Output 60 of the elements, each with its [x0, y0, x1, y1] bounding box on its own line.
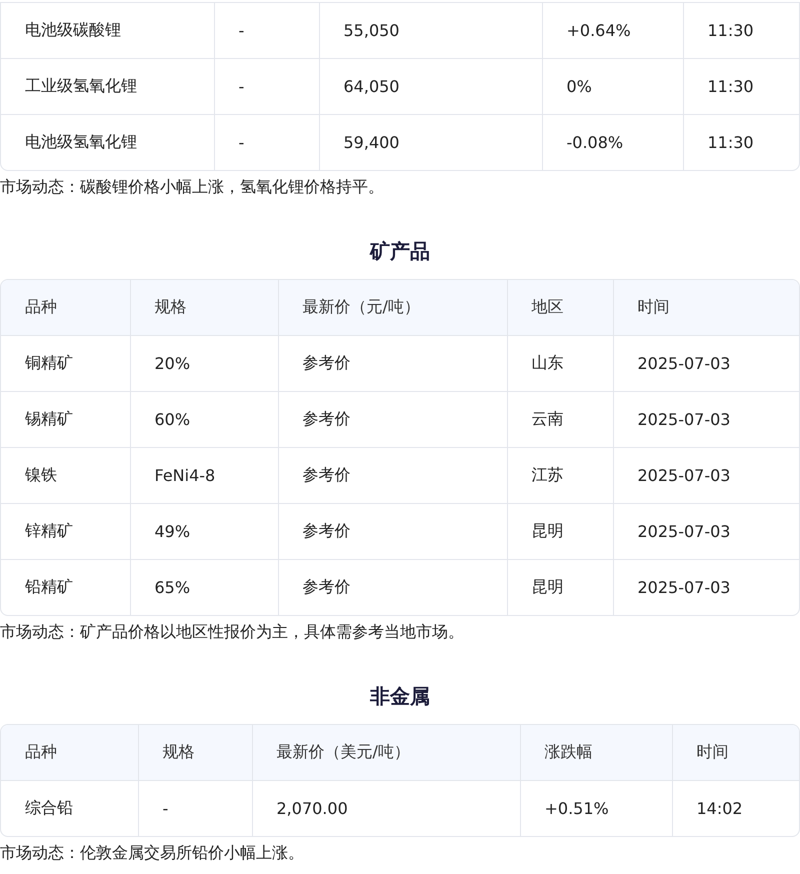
table-cell: 11:30	[683, 114, 799, 170]
table-cell: 65%	[130, 560, 278, 615]
table-cell: 60%	[130, 392, 278, 448]
section-title: 非金属	[369, 684, 431, 708]
column-header: 规格	[130, 280, 278, 336]
column-header: 涨跌幅	[520, 725, 672, 780]
table-cell: 工业级氢氧化锂	[1, 58, 214, 114]
column-header: 最新价（元/吨）	[278, 280, 507, 336]
market-note: 市场动态：矿产品价格以地区性报价为主，具体需参考当地市场。	[0, 621, 465, 643]
table-cell: 2025-07-03	[613, 392, 799, 448]
table-cell: 2,070.00	[252, 780, 520, 836]
section-title: 矿产品	[368, 239, 431, 263]
table-cell: 2025-07-03	[613, 448, 799, 504]
table-cell: 49%	[130, 504, 278, 560]
table-cell: 参考价	[278, 560, 507, 615]
table-cell: 55,050	[319, 3, 542, 58]
table-cell: 昆明	[507, 504, 613, 560]
table-cell: 铜精矿	[1, 336, 130, 392]
table-cell: 参考价	[278, 336, 507, 392]
table-cell: 64,050	[319, 58, 542, 114]
column-header: 品种	[1, 725, 138, 780]
table-cell: 2025-07-03	[613, 560, 799, 615]
table-cell: 电池级碳酸锂	[1, 3, 214, 58]
table-cell: 参考价	[278, 448, 507, 504]
column-header: 规格	[138, 725, 252, 780]
column-header: 地区	[507, 280, 613, 336]
column-header: 时间	[672, 725, 799, 780]
table-cell: -	[214, 114, 319, 170]
table-cell: 镍铁	[1, 448, 130, 504]
table-cell: 14:02	[672, 780, 799, 836]
market-note: 市场动态：碳酸锂价格小幅上涨，氢氧化锂价格持平。	[0, 176, 385, 198]
table-cell: -	[214, 58, 319, 114]
table-cell: FeNi4-8	[130, 448, 278, 504]
table-cell: -0.08%	[542, 114, 683, 170]
table-cell: +0.64%	[542, 3, 683, 58]
table-cell: 11:30	[683, 58, 799, 114]
table-cell: 电池级氢氧化锂	[1, 114, 214, 170]
table-cell: +0.51%	[520, 780, 672, 836]
table-cell: 铅精矿	[1, 560, 130, 615]
table-cell: 59,400	[319, 114, 542, 170]
table-cell: 山东	[507, 336, 613, 392]
column-header: 最新价（美元/吨）	[252, 725, 520, 780]
market-note: 市场动态：伦敦金属交易所铅价小幅上涨。	[0, 842, 305, 864]
table-cell: 2025-07-03	[613, 504, 799, 560]
table-cell: 0%	[542, 58, 683, 114]
table-cell: 昆明	[507, 560, 613, 615]
table-cell: -	[138, 780, 252, 836]
table-cell: 参考价	[278, 504, 507, 560]
table-cell: 2025-07-03	[613, 336, 799, 392]
table-cell: 参考价	[278, 392, 507, 448]
table-cell: 锌精矿	[1, 504, 130, 560]
table-cell: 综合铅	[1, 780, 138, 836]
table-cell: -	[214, 3, 319, 58]
table-cell: 20%	[130, 336, 278, 392]
table-cell: 江苏	[507, 448, 613, 504]
column-header: 时间	[613, 280, 799, 336]
column-header: 品种	[1, 280, 130, 336]
table-cell: 11:30	[683, 3, 799, 58]
table-cell: 云南	[507, 392, 613, 448]
table-cell: 锡精矿	[1, 392, 130, 448]
